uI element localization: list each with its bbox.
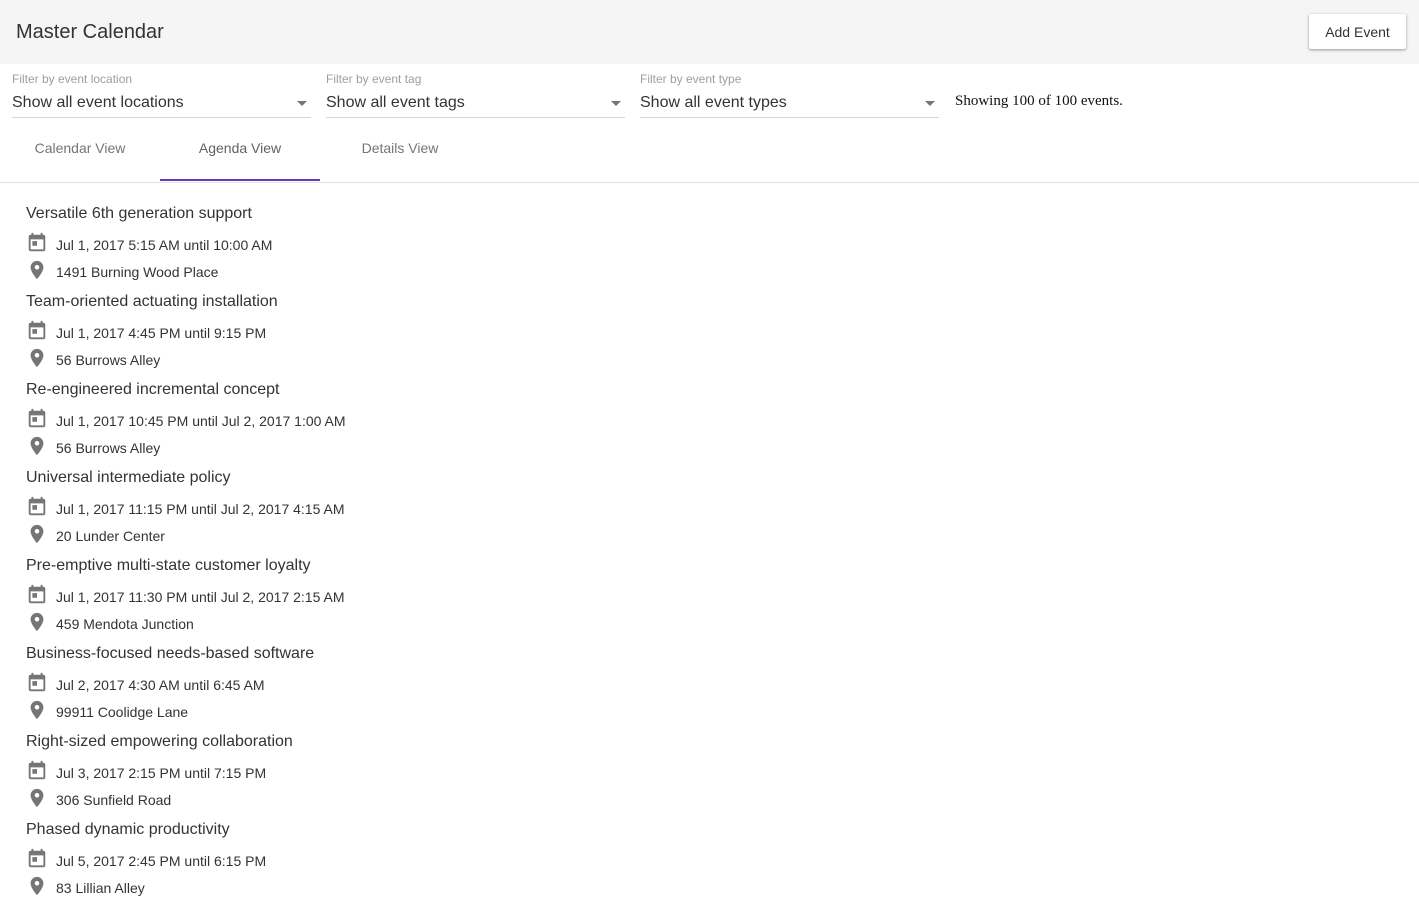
map-pin-icon bbox=[30, 876, 44, 896]
calendar-icon bbox=[28, 320, 46, 340]
event-time-row: Jul 1, 2017 10:45 PM until Jul 2, 2017 1… bbox=[26, 408, 626, 432]
location-filter: Filter by event location Show all event … bbox=[12, 64, 311, 118]
event-location: 20 Lunder Center bbox=[56, 528, 165, 544]
event-title: Pre-emptive multi-state customer loyalty bbox=[26, 557, 311, 574]
event-time-row: Jul 5, 2017 2:45 PM until 6:15 PM bbox=[26, 848, 626, 872]
dropdown-caret-icon bbox=[297, 101, 307, 106]
dropdown-caret-icon bbox=[611, 101, 621, 106]
tab-agenda-view[interactable]: Agenda View bbox=[160, 124, 320, 172]
event-time: Jul 1, 2017 11:15 PM until Jul 2, 2017 4… bbox=[56, 501, 345, 517]
map-pin-icon bbox=[30, 612, 44, 632]
event-time-row: Jul 2, 2017 4:30 AM until 6:45 AM bbox=[26, 672, 626, 696]
view-tabs: Calendar View Agenda View Details View bbox=[0, 134, 1419, 183]
event-location: 56 Burrows Alley bbox=[56, 352, 161, 368]
agenda-event[interactable]: Phased dynamic productivity Jul 5, 2017 … bbox=[26, 812, 826, 900]
agenda-event[interactable]: Universal intermediate policy Jul 1, 201… bbox=[26, 460, 826, 548]
event-time: Jul 2, 2017 4:30 AM until 6:45 AM bbox=[56, 677, 265, 693]
event-title: Versatile 6th generation support bbox=[26, 205, 252, 222]
event-title: Team-oriented actuating installation bbox=[26, 293, 278, 310]
event-time: Jul 1, 2017 11:30 PM until Jul 2, 2017 2… bbox=[56, 589, 345, 605]
event-title: Universal intermediate policy bbox=[26, 469, 231, 486]
map-pin-icon bbox=[30, 700, 44, 720]
event-location: 56 Burrows Alley bbox=[56, 440, 161, 456]
event-location-row: 1491 Burning Wood Place bbox=[26, 259, 626, 283]
calendar-icon bbox=[28, 232, 46, 252]
agenda-list: Versatile 6th generation support Jul 1, … bbox=[26, 196, 826, 900]
agenda-event[interactable]: Team-oriented actuating installation Jul… bbox=[26, 284, 826, 372]
tag-filter-value: Show all event tags bbox=[326, 94, 465, 111]
event-time-row: Jul 1, 2017 4:45 PM until 9:15 PM bbox=[26, 320, 626, 344]
event-time: Jul 1, 2017 4:45 PM until 9:15 PM bbox=[56, 325, 267, 341]
location-filter-label: Filter by event location bbox=[12, 72, 133, 86]
add-event-button[interactable]: Add Event bbox=[1309, 14, 1406, 49]
event-location-row: 306 Sunfield Road bbox=[26, 787, 626, 811]
event-location-row: 20 Lunder Center bbox=[26, 523, 626, 547]
map-pin-icon bbox=[30, 524, 44, 544]
event-location: 1491 Burning Wood Place bbox=[56, 264, 219, 280]
event-location: 306 Sunfield Road bbox=[56, 792, 172, 808]
event-count-text: Showing 100 of 100 events. bbox=[955, 93, 1123, 109]
agenda-event[interactable]: Versatile 6th generation support Jul 1, … bbox=[26, 196, 826, 284]
event-location-row: 99911 Coolidge Lane bbox=[26, 699, 626, 723]
event-title: Right-sized empowering collaboration bbox=[26, 733, 293, 750]
event-location: 99911 Coolidge Lane bbox=[56, 704, 189, 720]
type-filter-select[interactable]: Show all event types bbox=[640, 92, 939, 118]
event-location: 459 Mendota Junction bbox=[56, 616, 194, 632]
event-location-row: 56 Burrows Alley bbox=[26, 347, 626, 371]
tab-details-view[interactable]: Details View bbox=[320, 124, 480, 172]
tag-filter-select[interactable]: Show all event tags bbox=[326, 92, 625, 118]
event-time-row: Jul 1, 2017 5:15 AM until 10:00 AM bbox=[26, 232, 626, 256]
type-filter-value: Show all event types bbox=[640, 94, 787, 111]
location-filter-select[interactable]: Show all event locations bbox=[12, 92, 311, 118]
event-title: Re-engineered incremental concept bbox=[26, 381, 280, 398]
map-pin-icon bbox=[30, 436, 44, 456]
event-time: Jul 5, 2017 2:45 PM until 6:15 PM bbox=[56, 853, 267, 869]
event-time-row: Jul 1, 2017 11:15 PM until Jul 2, 2017 4… bbox=[26, 496, 626, 520]
page-title: Master Calendar bbox=[16, 21, 164, 43]
dropdown-caret-icon bbox=[925, 101, 935, 106]
calendar-icon bbox=[28, 848, 46, 868]
location-filter-value: Show all event locations bbox=[12, 94, 184, 111]
map-pin-icon bbox=[30, 260, 44, 280]
agenda-event[interactable]: Right-sized empowering collaboration Jul… bbox=[26, 724, 826, 812]
calendar-icon bbox=[28, 584, 46, 604]
map-pin-icon bbox=[30, 348, 44, 368]
calendar-icon bbox=[28, 760, 46, 780]
map-pin-icon bbox=[30, 788, 44, 808]
tag-filter: Filter by event tag Show all event tags bbox=[326, 64, 625, 118]
event-location: 83 Lillian Alley bbox=[56, 880, 145, 896]
agenda-event[interactable]: Business-focused needs-based software Ju… bbox=[26, 636, 826, 724]
type-filter: Filter by event type Show all event type… bbox=[640, 64, 939, 118]
filter-bar: Filter by event location Show all event … bbox=[0, 64, 1419, 124]
event-location-row: 459 Mendota Junction bbox=[26, 611, 626, 635]
calendar-icon bbox=[28, 496, 46, 516]
event-time: Jul 3, 2017 2:15 PM until 7:15 PM bbox=[56, 765, 267, 781]
agenda-event[interactable]: Re-engineered incremental concept Jul 1,… bbox=[26, 372, 826, 460]
calendar-icon bbox=[28, 672, 46, 692]
event-time: Jul 1, 2017 10:45 PM until Jul 2, 2017 1… bbox=[56, 413, 346, 429]
event-time-row: Jul 3, 2017 2:15 PM until 7:15 PM bbox=[26, 760, 626, 784]
event-location-row: 83 Lillian Alley bbox=[26, 875, 626, 899]
calendar-icon bbox=[28, 408, 46, 428]
type-filter-label: Filter by event type bbox=[640, 72, 742, 86]
event-time-row: Jul 1, 2017 11:30 PM until Jul 2, 2017 2… bbox=[26, 584, 626, 608]
agenda-event[interactable]: Pre-emptive multi-state customer loyalty… bbox=[26, 548, 826, 636]
event-location-row: 56 Burrows Alley bbox=[26, 435, 626, 459]
tab-calendar-view[interactable]: Calendar View bbox=[0, 124, 160, 172]
event-time: Jul 1, 2017 5:15 AM until 10:00 AM bbox=[56, 237, 273, 253]
active-tab-indicator bbox=[160, 179, 320, 181]
tag-filter-label: Filter by event tag bbox=[326, 72, 422, 86]
event-title: Phased dynamic productivity bbox=[26, 821, 230, 838]
event-title: Business-focused needs-based software bbox=[26, 645, 315, 662]
top-app-bar: Master Calendar Add Event bbox=[0, 0, 1419, 64]
